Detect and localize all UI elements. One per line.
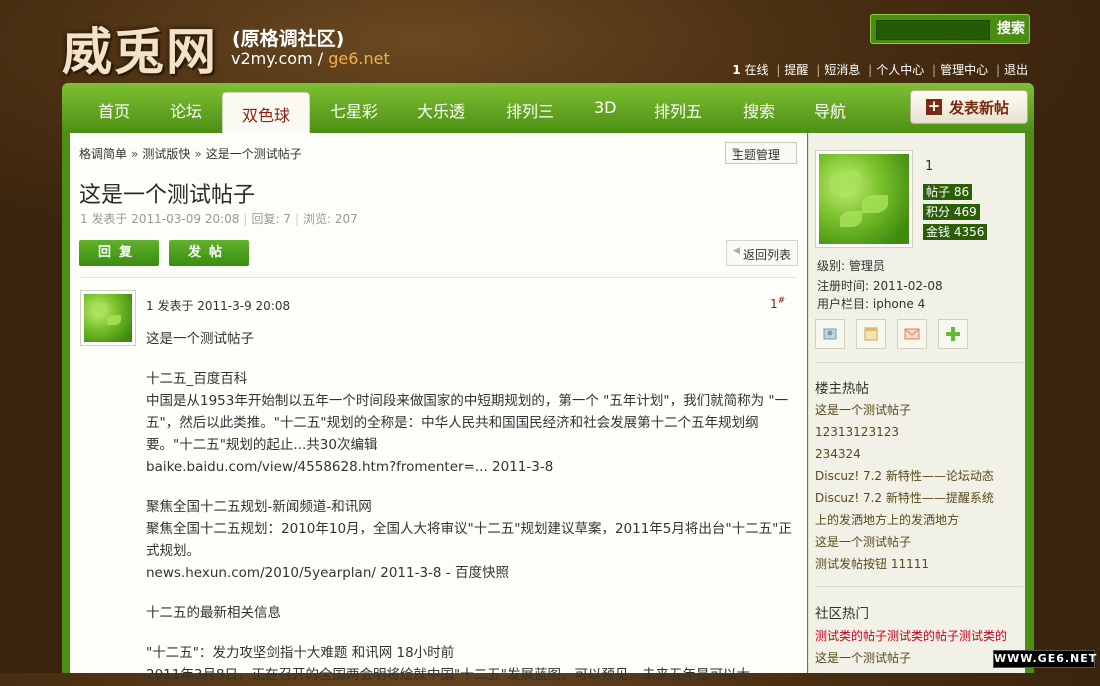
post-text: 中国是从1953年开始制以五年一个时间段来做国家的中短期规划的，第一个 "五年计…	[146, 393, 789, 453]
search-button[interactable]: 搜索	[997, 18, 1025, 38]
toplink-admin[interactable]: 管理中心	[940, 63, 988, 77]
chevron-left-icon: ◀	[733, 246, 740, 256]
sidebar-divider	[815, 586, 1023, 587]
toplink-profile[interactable]: 个人中心	[876, 63, 924, 77]
post-text: 这是一个测试帖子	[146, 331, 254, 347]
user-level: 级别: 管理员	[817, 259, 885, 273]
chevron-down-icon: ▼	[732, 147, 739, 157]
hot-thread-link[interactable]: 这是一个测试帖子	[815, 531, 994, 553]
message-icon[interactable]	[897, 319, 927, 349]
community-hot-title: 社区热门	[815, 606, 869, 622]
reply-button[interactable]: 回复	[79, 240, 159, 266]
owner-hot-title: 楼主热帖	[815, 381, 869, 397]
search-input[interactable]	[876, 20, 990, 40]
divider	[79, 277, 797, 278]
post-text: 聚焦全国十二五规划：2010年10月，全国人大将审议"十二五"规划建议草案，20…	[146, 521, 792, 559]
nav-item-pl5[interactable]: 排列五	[654, 98, 702, 122]
owner-hot-list: 这是一个测试帖子 12313123123 234324 Discuz! 7.2 …	[815, 399, 994, 575]
toplink-reminders[interactable]: 提醒	[784, 63, 808, 77]
stat-badge-points: 积分 469	[923, 204, 980, 220]
community-hot-list: 测试类的帖子测试类的帖子测试类的 这是一个测试帖子	[815, 625, 1007, 669]
post-text: 十二五_百度百科	[146, 371, 248, 387]
user-avatar-large[interactable]	[815, 150, 913, 248]
stat-badge-money: 金钱 4356	[923, 224, 988, 240]
hot-thread-link[interactable]: Discuz! 7.2 新特性——论坛动态	[815, 465, 994, 487]
online-count: 1	[732, 63, 741, 77]
nav-item-qxc[interactable]: 七星彩	[330, 98, 378, 122]
toplink-logout[interactable]: 退出	[1004, 63, 1028, 77]
hot-thread-link[interactable]: 这是一个测试帖子	[815, 647, 1007, 669]
hot-thread-link[interactable]: 234324	[815, 443, 994, 465]
breadcrumb: 格调简单» 测试版快» 这是一个测试帖子	[79, 147, 302, 161]
post-text: 聚焦全国十二五规划-新闻频道-和讯网	[146, 499, 372, 515]
post-floor-number[interactable]: 1#	[770, 296, 785, 311]
nav-item-guide[interactable]: 导航	[814, 98, 846, 122]
hot-thread-link[interactable]: 测试类的帖子测试类的帖子测试类的	[815, 625, 1007, 647]
post-author-avatar[interactable]	[80, 290, 136, 346]
hot-thread-link[interactable]: 上的发洒地方上的发洒地方	[815, 509, 994, 531]
new-thread-button[interactable]: 发帖	[169, 240, 249, 266]
online-link[interactable]: 在线	[745, 63, 769, 77]
calendar-icon[interactable]	[856, 319, 886, 349]
breadcrumb-item[interactable]: 格调简单	[79, 147, 127, 161]
post-text: "十二五"：发力攻坚剑指十大难题 和讯网 18小时前	[146, 645, 455, 661]
nav-item-search[interactable]: 搜索	[743, 98, 775, 122]
user-column: 用户栏目: iphone 4	[817, 297, 926, 311]
stat-badge-posts: 帖子 86	[923, 184, 973, 200]
thread-manage-dropdown[interactable]: 主题管理 ▼	[725, 142, 797, 164]
nav-item-forum[interactable]: 论坛	[170, 98, 202, 122]
breadcrumb-item[interactable]: 测试版快	[142, 147, 190, 161]
plus-icon: +	[926, 97, 942, 115]
sidebar-divider	[815, 362, 1023, 363]
search-box: 搜索	[870, 14, 1030, 44]
thread-title: 这是一个测试帖子	[79, 183, 256, 208]
post-link: news.hexun.com/2010/5yearplan/ 2011-3-8 …	[146, 565, 509, 581]
post-body: 这是一个测试帖子 十二五_百度百科 中国是从1953年开始制以五年一个时间段来做…	[146, 328, 796, 686]
hot-thread-link[interactable]: Discuz! 7.2 新特性——提醒系统	[815, 487, 994, 509]
new-post-button[interactable]: + 发表新帖	[910, 90, 1028, 124]
nav-item-dlt[interactable]: 大乐透	[417, 98, 465, 122]
toplink-messages[interactable]: 短消息	[824, 63, 860, 77]
post-text: 2011年3月8日，正在召开的全国两会明将绘就中国"十二五"发展蓝图。可以预见，…	[146, 667, 750, 683]
post-text: 十二五的最新相关信息	[146, 605, 281, 621]
hot-thread-link[interactable]: 测试发帖按钮 11111	[815, 553, 994, 575]
nav-item-pl3[interactable]: 排列三	[506, 98, 554, 122]
post-author-line: 1 发表于 2011-3-9 20:08	[146, 299, 291, 313]
user-id[interactable]: 1	[925, 159, 933, 174]
site-watermark: WWW.GE6.NET	[993, 650, 1096, 668]
back-to-list-button[interactable]: ◀ 返回列表	[726, 240, 798, 266]
breadcrumb-item[interactable]: 这是一个测试帖子	[206, 147, 302, 161]
nav-item-ssq[interactable]: 双色球	[222, 92, 310, 134]
hot-thread-link[interactable]: 12313123123	[815, 421, 994, 443]
main-nav: 首页 论坛 双色球 七星彩 大乐透 排列三 3D 排列五 搜索 导航 + 发表新…	[62, 83, 1034, 134]
thread-meta: 1 发表于 2011-03-09 20:08 | 回复: 7 | 浏览: 207	[80, 212, 358, 226]
hot-thread-link[interactable]: 这是一个测试帖子	[815, 399, 994, 421]
user-toplinks: 1 在线 | 提醒 | 短消息 | 个人中心 | 管理中心 | 退出	[732, 63, 1028, 77]
user-register-date: 注册时间: 2011-02-08	[817, 279, 943, 293]
logo-tagline: (原格调社区)	[232, 28, 345, 50]
logo-url: v2my.com / ge6.net	[231, 49, 390, 68]
nav-item-home[interactable]: 首页	[98, 98, 130, 122]
add-friend-icon[interactable]	[938, 319, 968, 349]
nav-item-3d[interactable]: 3D	[594, 98, 617, 117]
post-link: baike.baidu.com/view/4558628.htm?froment…	[146, 459, 554, 475]
profile-icon[interactable]	[815, 319, 845, 349]
site-logo[interactable]: 威兎网	[62, 12, 218, 84]
